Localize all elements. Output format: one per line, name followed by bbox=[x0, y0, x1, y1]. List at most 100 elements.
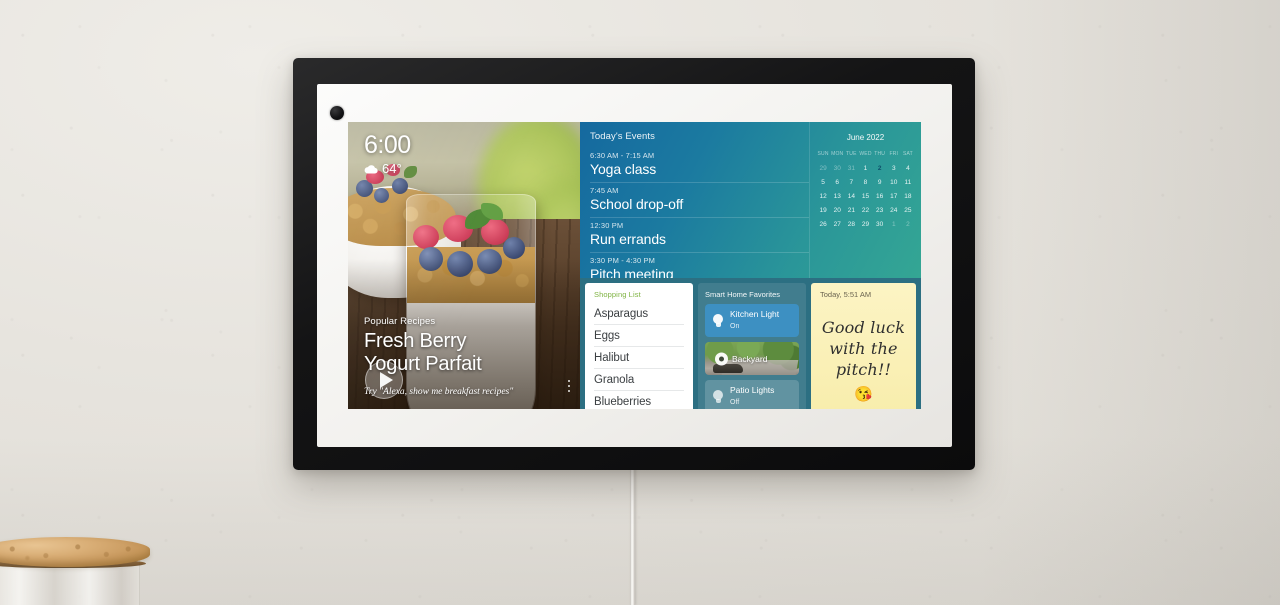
calendar-widget[interactable]: June 2022 SUN MON TUE WED THU FRI SAT 29 30 31 1 2 3… bbox=[809, 122, 921, 278]
calendar-day-number: 1 bbox=[863, 165, 868, 172]
calendar-grid: SUN MON TUE WED THU FRI SAT 29 30 31 1 2 3 4 5 6 7 8 9 10 11… bbox=[816, 151, 915, 230]
calendar-day-today[interactable]: 2 bbox=[873, 164, 887, 174]
sticky-note-widget[interactable]: Today, 5:51 AM Good luck with the pitch!… bbox=[811, 283, 916, 409]
shopping-list-item[interactable]: Asparagus bbox=[594, 303, 684, 325]
calendar-day[interactable]: 30 bbox=[873, 220, 887, 230]
calendar-day-number: 14 bbox=[847, 193, 855, 200]
smart-home-tile-light[interactable]: Patio Lights Off bbox=[705, 380, 799, 409]
calendar-day[interactable]: 31 bbox=[844, 164, 858, 174]
jar-cork-lid bbox=[0, 537, 150, 567]
calendar-day[interactable]: 16 bbox=[873, 192, 887, 202]
kebab-menu-icon[interactable] bbox=[567, 379, 570, 392]
calendar-day[interactable]: 24 bbox=[887, 206, 901, 216]
smart-home-widget[interactable]: Smart Home Favorites Kitchen Light On Back… bbox=[698, 283, 806, 409]
smart-home-device-name: Patio Lights bbox=[730, 385, 775, 395]
calendar-day[interactable]: 30 bbox=[830, 164, 844, 174]
calendar-day[interactable]: 27 bbox=[830, 220, 844, 230]
calendar-day[interactable]: 6 bbox=[830, 178, 844, 188]
calendar-day-number: 28 bbox=[847, 221, 855, 228]
calendar-day[interactable]: 11 bbox=[901, 178, 915, 188]
smart-display-device: 6:00 64° Popular Recipes Fresh Berry Yog… bbox=[293, 58, 975, 470]
calendar-day[interactable]: 5 bbox=[816, 178, 830, 188]
smart-home-device-name: Backyard bbox=[732, 353, 768, 364]
calendar-day[interactable]: 7 bbox=[844, 178, 858, 188]
calendar-day[interactable]: 21 bbox=[844, 206, 858, 216]
device-inner-bezel: 6:00 64° Popular Recipes Fresh Berry Yog… bbox=[317, 84, 952, 447]
room-scene: 6:00 64° Popular Recipes Fresh Berry Yog… bbox=[0, 0, 1280, 605]
sticky-note-line3: pitch!! bbox=[835, 360, 892, 379]
calendar-dow: MON bbox=[831, 151, 844, 157]
event-time: 6:30 AM - 7:15 AM bbox=[590, 151, 655, 160]
calendar-day-number: 8 bbox=[863, 179, 868, 186]
event-time: 7:45 AM bbox=[590, 186, 619, 195]
calendar-day-number: 15 bbox=[861, 193, 870, 200]
calendar-day[interactable]: 29 bbox=[816, 164, 830, 174]
calendar-day[interactable]: 25 bbox=[901, 206, 915, 216]
event-row[interactable]: 3:30 PM - 4:30 PM Pitch meeting bbox=[590, 253, 809, 278]
calendar-day[interactable]: 1 bbox=[887, 220, 901, 230]
calendar-day-number: 1 bbox=[891, 221, 896, 228]
todays-events-panel[interactable]: Today's Events 6:30 AM - 7:15 AM Yoga cla… bbox=[580, 122, 809, 278]
shopping-list-item[interactable]: Eggs bbox=[594, 325, 684, 347]
calendar-day-number: 22 bbox=[861, 207, 870, 214]
calendar-day[interactable]: 17 bbox=[887, 192, 901, 202]
shopping-list-item[interactable]: Blueberries bbox=[594, 391, 684, 409]
calendar-day[interactable]: 8 bbox=[858, 178, 872, 188]
clock-weather-block: 6:00 64° bbox=[364, 132, 411, 177]
events-list: 6:30 AM - 7:15 AM Yoga class 7:45 AM School… bbox=[590, 148, 809, 278]
calendar-day[interactable]: 19 bbox=[816, 206, 830, 216]
smart-home-tile-camera[interactable]: Backyard bbox=[705, 342, 799, 375]
smart-home-tile-text: Kitchen Light On bbox=[730, 309, 779, 332]
event-name: Run errands bbox=[590, 231, 666, 247]
calendar-day[interactable]: 14 bbox=[844, 192, 858, 202]
calendar-day[interactable]: 18 bbox=[901, 192, 915, 202]
cork-lid-glass-jar bbox=[0, 531, 150, 605]
calendar-day-number: 29 bbox=[861, 221, 870, 228]
calendar-dow: WED bbox=[859, 151, 872, 157]
recipe-card[interactable]: 6:00 64° Popular Recipes Fresh Berry Yog… bbox=[348, 122, 580, 409]
calendar-day[interactable]: 1 bbox=[858, 164, 872, 174]
calendar-day[interactable]: 10 bbox=[887, 178, 901, 188]
event-row[interactable]: 7:45 AM School drop-off bbox=[590, 183, 809, 218]
display-screen: 6:00 64° Popular Recipes Fresh Berry Yog… bbox=[348, 122, 921, 409]
calendar-day[interactable]: 28 bbox=[844, 220, 858, 230]
recipe-title-line2: Yogurt Parfait bbox=[364, 353, 482, 375]
event-row[interactable]: 6:30 AM - 7:15 AM Yoga class bbox=[590, 148, 809, 183]
smart-home-device-state: On bbox=[730, 323, 740, 330]
power-cable bbox=[630, 466, 635, 605]
smart-home-tile-light[interactable]: Kitchen Light On bbox=[705, 304, 799, 337]
sticky-note-line2: with the bbox=[829, 339, 898, 358]
calendar-day[interactable]: 4 bbox=[901, 164, 915, 174]
calendar-day[interactable]: 2 bbox=[901, 220, 915, 230]
calendar-day[interactable]: 12 bbox=[816, 192, 830, 202]
calendar-day[interactable]: 23 bbox=[873, 206, 887, 216]
event-name: Yoga class bbox=[590, 161, 657, 177]
jar-cork-texture bbox=[0, 537, 150, 567]
calendar-day-number: 29 bbox=[819, 165, 827, 172]
shopping-list-item[interactable]: Halibut bbox=[594, 347, 684, 369]
event-name: Pitch meeting bbox=[590, 266, 674, 278]
recipe-title-line1: Fresh Berry bbox=[364, 330, 467, 352]
calendar-day[interactable]: 13 bbox=[830, 192, 844, 202]
calendar-day[interactable]: 9 bbox=[873, 178, 887, 188]
wall-shadow-right bbox=[980, 0, 1280, 605]
calendar-day-number: 11 bbox=[904, 179, 912, 186]
cloud-icon bbox=[364, 164, 378, 174]
calendar-day-number: 17 bbox=[890, 193, 898, 200]
sticky-note-line1: Good luck bbox=[821, 318, 906, 337]
calendar-day[interactable]: 26 bbox=[816, 220, 830, 230]
calendar-day[interactable]: 3 bbox=[887, 164, 901, 174]
calendar-day-number: 27 bbox=[833, 221, 841, 228]
calendar-day[interactable]: 20 bbox=[830, 206, 844, 216]
calendar-day-number: 21 bbox=[847, 207, 855, 214]
calendar-day[interactable]: 22 bbox=[858, 206, 872, 216]
shopping-list-widget[interactable]: Shopping List Asparagus Eggs Halibut Granol… bbox=[585, 283, 693, 409]
event-row[interactable]: 12:30 PM Run errands bbox=[590, 218, 809, 253]
sticky-note-emoji: 😘 bbox=[854, 386, 873, 403]
calendar-day[interactable]: 15 bbox=[858, 192, 872, 202]
calendar-day-number: 18 bbox=[904, 193, 912, 200]
shopping-list-item[interactable]: Granola bbox=[594, 369, 684, 391]
calendar-dow: SUN bbox=[817, 151, 829, 157]
calendar-day[interactable]: 29 bbox=[858, 220, 872, 230]
calendar-day-number: 12 bbox=[819, 193, 827, 200]
